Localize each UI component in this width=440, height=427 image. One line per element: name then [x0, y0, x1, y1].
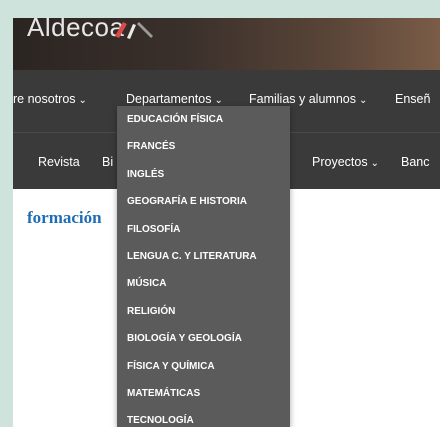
- departments-dropdown-menu: EDUCACIÓN FÍSICA FRANCÉS INGLÉS GEOGRAFÍ…: [117, 106, 290, 427]
- nav-teaching[interactable]: Enseñ: [395, 92, 430, 106]
- nav-projects[interactable]: Proyectos ⌄: [312, 155, 379, 169]
- dropdown-item[interactable]: LENGUA C. Y LITERATURA: [117, 243, 290, 270]
- browser-viewport: Aldecoa re nosotros ⌄ Departamentos ⌄ Fami…: [13, 18, 440, 427]
- chevron-down-icon: ⌄: [78, 95, 87, 106]
- nav-library[interactable]: Bi: [102, 155, 113, 169]
- nav-about-label: re nosotros: [13, 92, 76, 106]
- site-logo[interactable]: Aldecoa: [27, 18, 124, 43]
- nav-families[interactable]: Familias y alumnos ⌄: [249, 92, 367, 106]
- dropdown-item[interactable]: MÚSICA: [117, 270, 290, 297]
- dropdown-item[interactable]: EDUCACIÓN FÍSICA: [117, 106, 290, 133]
- dropdown-item[interactable]: GEOGRAFÍA E HISTORIA: [117, 188, 290, 215]
- nav-families-label: Familias y alumnos: [249, 92, 356, 106]
- nav-departments[interactable]: Departamentos ⌄: [126, 92, 223, 106]
- nav-about[interactable]: re nosotros ⌄: [13, 92, 87, 106]
- dropdown-item[interactable]: FRANCÉS: [117, 133, 290, 160]
- site-banner: Aldecoa: [13, 18, 440, 70]
- nav-departments-label: Departamentos: [126, 92, 212, 106]
- chevron-down-icon: ⌄: [370, 158, 379, 169]
- chevron-down-icon: ⌄: [214, 95, 223, 106]
- nav-bank[interactable]: Banc: [401, 155, 430, 169]
- dropdown-item[interactable]: MATEMÁTICAS: [117, 380, 290, 407]
- chevron-down-icon: ⌄: [358, 95, 368, 106]
- nav-magazine[interactable]: Revista: [38, 155, 80, 169]
- dropdown-item[interactable]: INGLÉS: [117, 161, 290, 188]
- logo-mark-icon: [115, 22, 153, 39]
- section-heading: formación: [27, 208, 102, 227]
- dropdown-item[interactable]: TECNOLOGÍA: [117, 407, 290, 427]
- dropdown-item[interactable]: BIOLOGÍA Y GEOLOGÍA: [117, 325, 290, 352]
- dropdown-item[interactable]: FILOSOFÍA: [117, 216, 290, 243]
- nav-projects-label: Proyectos: [312, 155, 368, 169]
- dropdown-item[interactable]: FÍSICA Y QUÍMICA: [117, 353, 290, 380]
- dropdown-item[interactable]: RELIGIÓN: [117, 298, 290, 325]
